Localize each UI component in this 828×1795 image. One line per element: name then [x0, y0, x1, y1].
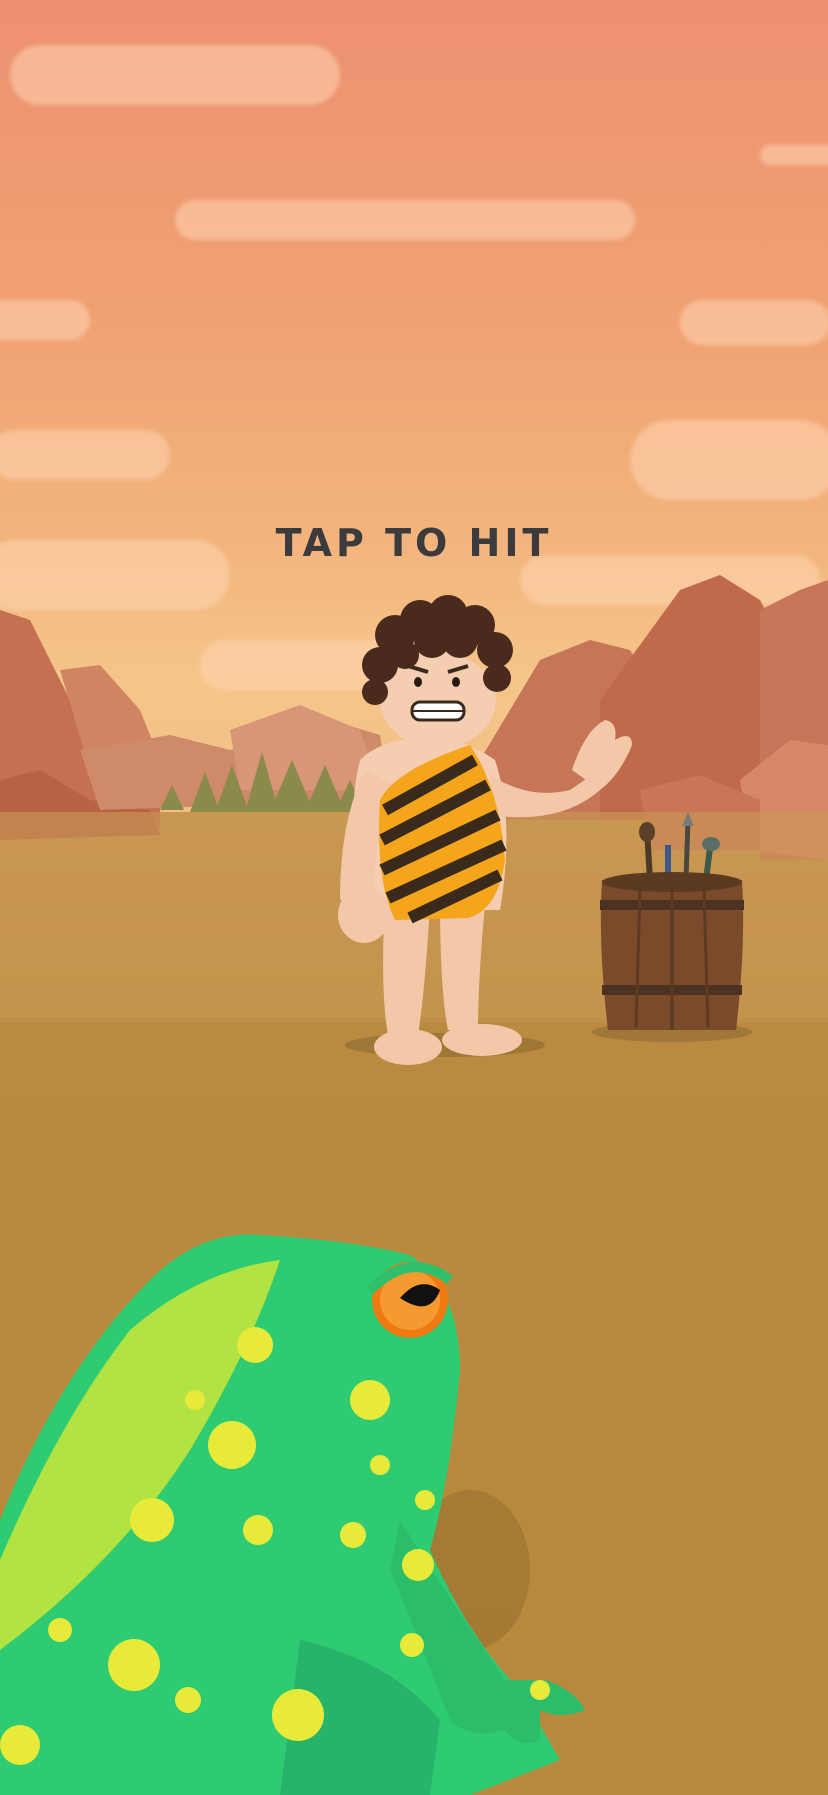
- tap-to-hit-hint: TAP TO HIT: [275, 521, 553, 565]
- scene-art: [0, 575, 828, 1795]
- frog-character[interactable]: [0, 1234, 585, 1795]
- game-scene[interactable]: TAP TO HIT: [0, 0, 828, 1795]
